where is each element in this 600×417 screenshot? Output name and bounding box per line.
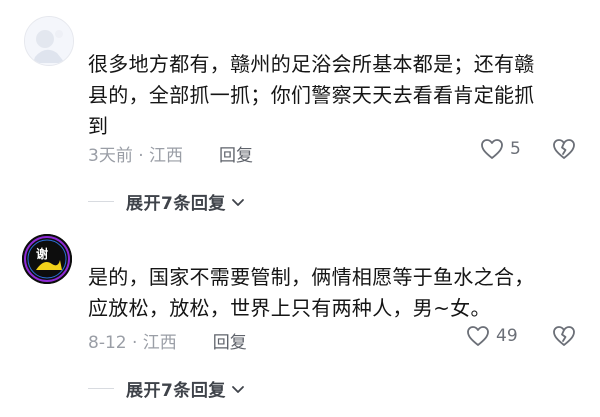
like-button[interactable]: 5 bbox=[480, 138, 521, 160]
avatar[interactable] bbox=[24, 16, 74, 66]
reply-button[interactable]: 回复 bbox=[213, 333, 247, 353]
comment-meta: 8-12 · 江西 回复 bbox=[88, 328, 247, 353]
dislike-button[interactable] bbox=[552, 325, 576, 351]
reply-button[interactable]: 回复 bbox=[219, 146, 253, 166]
expand-replies-label: 展开7条回复 bbox=[126, 381, 226, 401]
comment-text-line: 县的，全部抓一抓；你们警察天天去看看肯定能抓 bbox=[88, 83, 535, 107]
heart-icon bbox=[481, 139, 503, 159]
comment-text-line: 很多地方都有，赣州的足浴会所基本都是；还有赣 bbox=[88, 52, 535, 76]
comment-time-location: 8-12 · 江西 bbox=[88, 333, 177, 353]
comment-text: 是的，国家不需要管制，俩情相愿等于鱼水之合， 应放松，放松，世界上只有两种人，男… bbox=[88, 262, 588, 324]
dislike-button[interactable] bbox=[552, 138, 576, 164]
like-count: 49 bbox=[496, 326, 518, 346]
comment-time-location: 3天前 · 江西 bbox=[88, 146, 184, 166]
comment-meta: 3天前 · 江西 回复 bbox=[88, 141, 253, 166]
avatar-image bbox=[25, 17, 73, 65]
broken-heart-icon bbox=[553, 139, 575, 159]
comment-text-line: 应放松，放松，世界上只有两种人，男~女。 bbox=[88, 296, 491, 320]
avatar[interactable]: 谢 bbox=[22, 234, 72, 284]
expand-replies-button[interactable]: 展开7条回复 bbox=[88, 189, 246, 214]
chevron-down-icon bbox=[231, 198, 244, 206]
divider bbox=[88, 388, 114, 389]
avatar-character: 谢 bbox=[36, 246, 48, 261]
heart-icon bbox=[467, 326, 489, 346]
chevron-down-icon bbox=[231, 385, 244, 393]
comment-text-line: 是的，国家不需要管制，俩情相愿等于鱼水之合， bbox=[88, 265, 535, 289]
expand-replies-button[interactable]: 展开7条回复 bbox=[88, 376, 246, 401]
like-button[interactable]: 49 bbox=[466, 325, 518, 347]
expand-replies-label: 展开7条回复 bbox=[126, 194, 226, 214]
avatar-image: 谢 bbox=[22, 234, 72, 284]
broken-heart-icon bbox=[553, 326, 575, 346]
divider bbox=[88, 201, 114, 202]
comment-text: 很多地方都有，赣州的足浴会所基本都是；还有赣 县的，全部抓一抓；你们警察天天去看… bbox=[88, 49, 588, 142]
like-count: 5 bbox=[510, 139, 521, 159]
